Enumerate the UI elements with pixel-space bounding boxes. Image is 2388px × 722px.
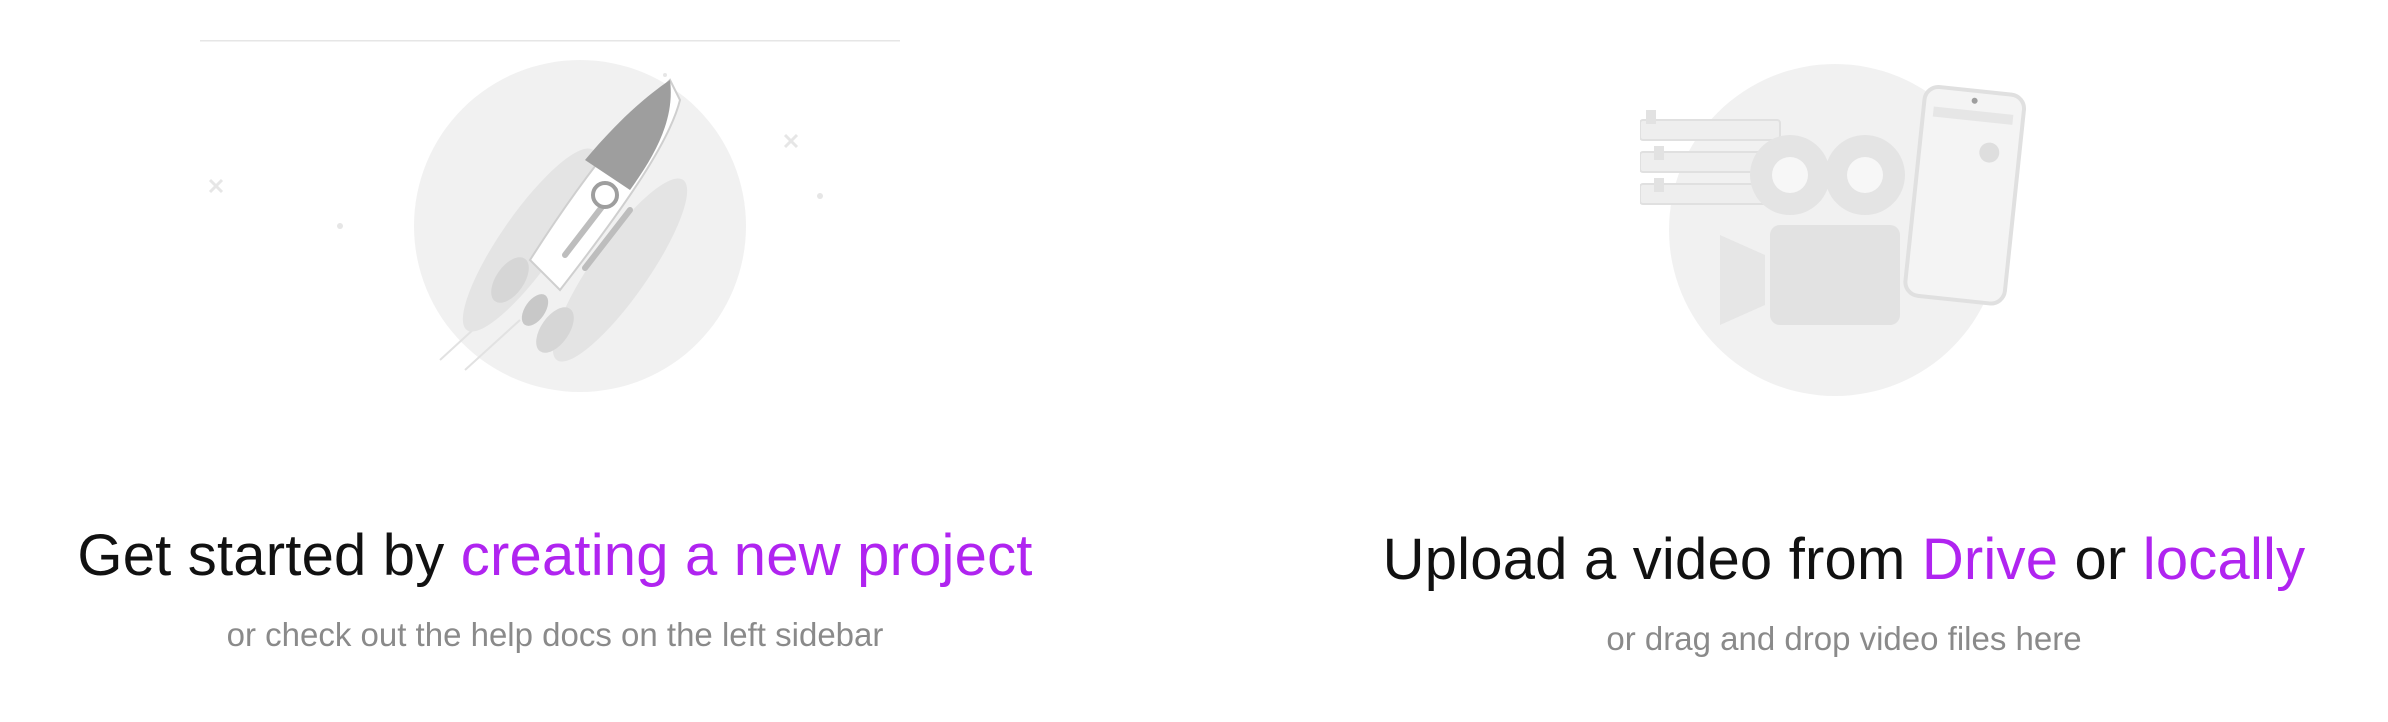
headline-prefix: Get started by: [77, 523, 461, 588]
rocket-icon: [200, 40, 900, 392]
upload-video-headline: Upload a video from Drive or locally: [1300, 526, 2388, 593]
rocket-illustration: [200, 40, 900, 410]
headline-middle: or: [2058, 527, 2143, 592]
upload-locally-link[interactable]: locally: [2143, 527, 2306, 592]
headline-prefix: Upload a video from: [1382, 527, 1922, 592]
drag-drop-hint: or drag and drop video files here: [1606, 620, 2082, 657]
upload-video-panel: Upload a video from Drive or locally or …: [1300, 0, 2388, 722]
new-project-headline: Get started by creating a new project: [0, 522, 1110, 589]
help-docs-hint: or check out the help docs on the left s…: [226, 616, 884, 653]
new-project-panel: Get started by creating a new project or…: [0, 0, 1110, 722]
video-camera-illustration: [1640, 60, 2060, 400]
video-camera-icon: [1640, 64, 2027, 396]
create-project-link[interactable]: creating a new project: [461, 523, 1033, 588]
upload-from-drive-link[interactable]: Drive: [1922, 527, 2058, 592]
